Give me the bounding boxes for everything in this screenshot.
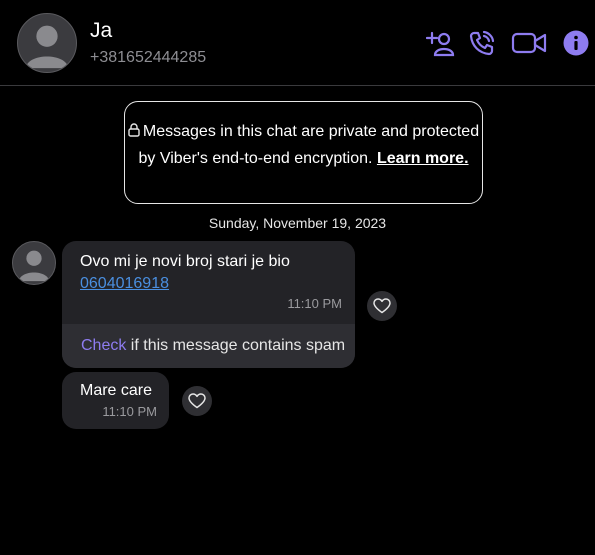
date-separator: Sunday, November 19, 2023 bbox=[208, 215, 387, 231]
chat-header: Ja +381652444285 bbox=[0, 0, 595, 86]
avatar-placeholder-icon bbox=[18, 250, 50, 282]
info-button[interactable] bbox=[562, 28, 590, 58]
message-time: 11:10 PM bbox=[287, 296, 342, 311]
voice-call-icon bbox=[469, 30, 495, 56]
message-text: Ovo mi je novi broj stari je bio bbox=[80, 253, 290, 270]
react-button[interactable] bbox=[182, 386, 212, 416]
contact-avatar[interactable] bbox=[17, 13, 77, 73]
message-text: Mare care bbox=[80, 382, 153, 399]
spam-check-link[interactable]: Check bbox=[81, 337, 126, 354]
message-bubble[interactable]: Ovo mi je novi broj stari je bio 0604016… bbox=[62, 241, 355, 368]
message-bubble[interactable]: Mare care 11:10 PM bbox=[62, 372, 169, 429]
info-icon bbox=[563, 30, 589, 56]
spam-check-bar: Check if this message contains spam bbox=[62, 324, 355, 368]
learn-more-link[interactable]: Learn more. bbox=[377, 150, 469, 167]
contact-name[interactable]: Ja bbox=[90, 19, 112, 43]
video-call-icon bbox=[511, 32, 547, 54]
lock-icon bbox=[128, 120, 140, 146]
message-time: 11:10 PM bbox=[102, 404, 157, 419]
avatar-placeholder-icon bbox=[25, 25, 69, 69]
encryption-notice: Messages in this chat are private and pr… bbox=[124, 101, 483, 204]
voice-call-button[interactable] bbox=[468, 28, 496, 58]
sender-avatar[interactable] bbox=[12, 241, 56, 285]
heart-icon bbox=[188, 393, 206, 409]
contact-phone: +381652444285 bbox=[90, 49, 207, 66]
phone-number-link[interactable]: 0604016918 bbox=[80, 275, 169, 292]
add-participant-icon bbox=[426, 31, 455, 57]
spam-check-text: if this message contains spam bbox=[126, 337, 346, 354]
video-call-button[interactable] bbox=[511, 28, 547, 58]
add-participant-button[interactable] bbox=[425, 28, 457, 58]
heart-icon bbox=[373, 298, 391, 314]
react-button[interactable] bbox=[367, 291, 397, 321]
